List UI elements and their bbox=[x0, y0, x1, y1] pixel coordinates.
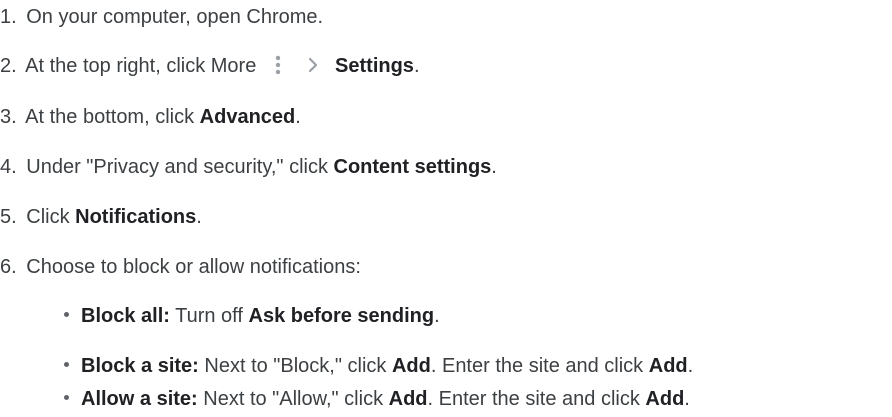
step-number: 6. bbox=[0, 256, 17, 278]
content-settings-label: Content settings bbox=[333, 156, 492, 178]
bullet-icon bbox=[64, 312, 69, 318]
add-label: Add bbox=[391, 355, 431, 377]
substep-label: Block a site: bbox=[81, 355, 199, 377]
substep-text: Next to "Allow," click bbox=[197, 388, 389, 410]
step-text: Under "Privacy and security," click bbox=[26, 156, 334, 178]
step-2: 2. At the top right, click More Settings… bbox=[0, 51, 420, 81]
settings-label: Settings bbox=[335, 55, 414, 77]
step-text: At the bottom, click bbox=[25, 106, 200, 128]
more-vert-icon bbox=[270, 54, 286, 76]
step-number: 3. bbox=[0, 106, 17, 128]
step-5: 5. Click Notifications. bbox=[0, 202, 202, 232]
step-text-end: . bbox=[196, 206, 202, 228]
substep-text: Turn off bbox=[169, 305, 249, 327]
step-text: At the top right, click More bbox=[25, 55, 257, 77]
notifications-label: Notifications bbox=[75, 206, 197, 228]
add-label: Add bbox=[645, 388, 685, 410]
substep-block-all: Block all: Turn off Ask before sending. bbox=[64, 301, 440, 331]
step-number: 1. bbox=[0, 6, 17, 28]
advanced-label: Advanced bbox=[199, 106, 296, 128]
step-4: 4. Under "Privacy and security," click C… bbox=[0, 152, 497, 182]
step-3: 3. At the bottom, click Advanced. bbox=[0, 102, 301, 132]
substep-text-middle: . Enter the site and click bbox=[427, 388, 646, 410]
substep-text-middle: . Enter the site and click bbox=[430, 355, 649, 377]
bullet-icon bbox=[64, 362, 69, 368]
bullet-icon bbox=[64, 395, 69, 401]
step-text: Click bbox=[26, 206, 76, 228]
substep-block-site: Block a site: Next to "Block," click Add… bbox=[64, 351, 693, 381]
step-6: 6. Choose to block or allow notification… bbox=[0, 252, 361, 282]
step-text-end: . bbox=[491, 156, 497, 178]
step-text: Choose to block or allow notifications: bbox=[26, 256, 361, 278]
substep-label: Allow a site: bbox=[81, 388, 198, 410]
ask-before-sending-label: Ask before sending bbox=[248, 305, 435, 327]
step-text-end: . bbox=[295, 106, 301, 128]
substep-text-end: . bbox=[684, 388, 690, 410]
step-number: 2. bbox=[0, 55, 17, 77]
add-label: Add bbox=[648, 355, 688, 377]
chevron-right-icon bbox=[307, 52, 319, 73]
substep-allow-site: Allow a site: Next to "Allow," click Add… bbox=[64, 384, 690, 414]
step-text-end: . bbox=[413, 55, 420, 77]
substep-text-end: . bbox=[434, 305, 440, 327]
step-text: On your computer, open Chrome. bbox=[26, 6, 324, 28]
step-number: 5. bbox=[0, 206, 17, 228]
add-label: Add bbox=[388, 388, 428, 410]
substep-text-end: . bbox=[687, 355, 694, 377]
help-article-instructions: 1. On your computer, open Chrome. 2. At … bbox=[0, 0, 892, 417]
substep-text: Next to "Block," click bbox=[198, 355, 392, 377]
substep-label: Block all: bbox=[81, 305, 170, 327]
step-1: 1. On your computer, open Chrome. bbox=[0, 2, 323, 32]
step-number: 4. bbox=[0, 156, 17, 178]
